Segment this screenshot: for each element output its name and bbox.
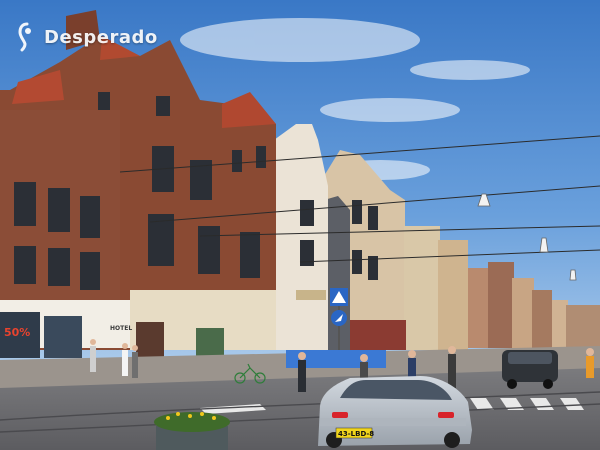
white-building (274, 124, 328, 350)
desperado-watermark: Desperado (18, 20, 158, 54)
hotel-sign: HOTEL (110, 325, 132, 332)
street-scene: 50% HOTEL 43-LBD-8 Desperado (0, 0, 600, 450)
direction-sign (331, 310, 347, 326)
desperado-logo-icon (18, 22, 31, 52)
street-photo: 50% HOTEL 43-LBD-8 (0, 0, 600, 450)
watermark-text: Desperado (44, 26, 158, 48)
shop-sale-sign: 50% (4, 326, 30, 339)
silver-car: 43-LBD-8 (318, 376, 472, 448)
license-plate: 43-LBD-8 (338, 430, 374, 438)
flower-planter (154, 412, 230, 450)
